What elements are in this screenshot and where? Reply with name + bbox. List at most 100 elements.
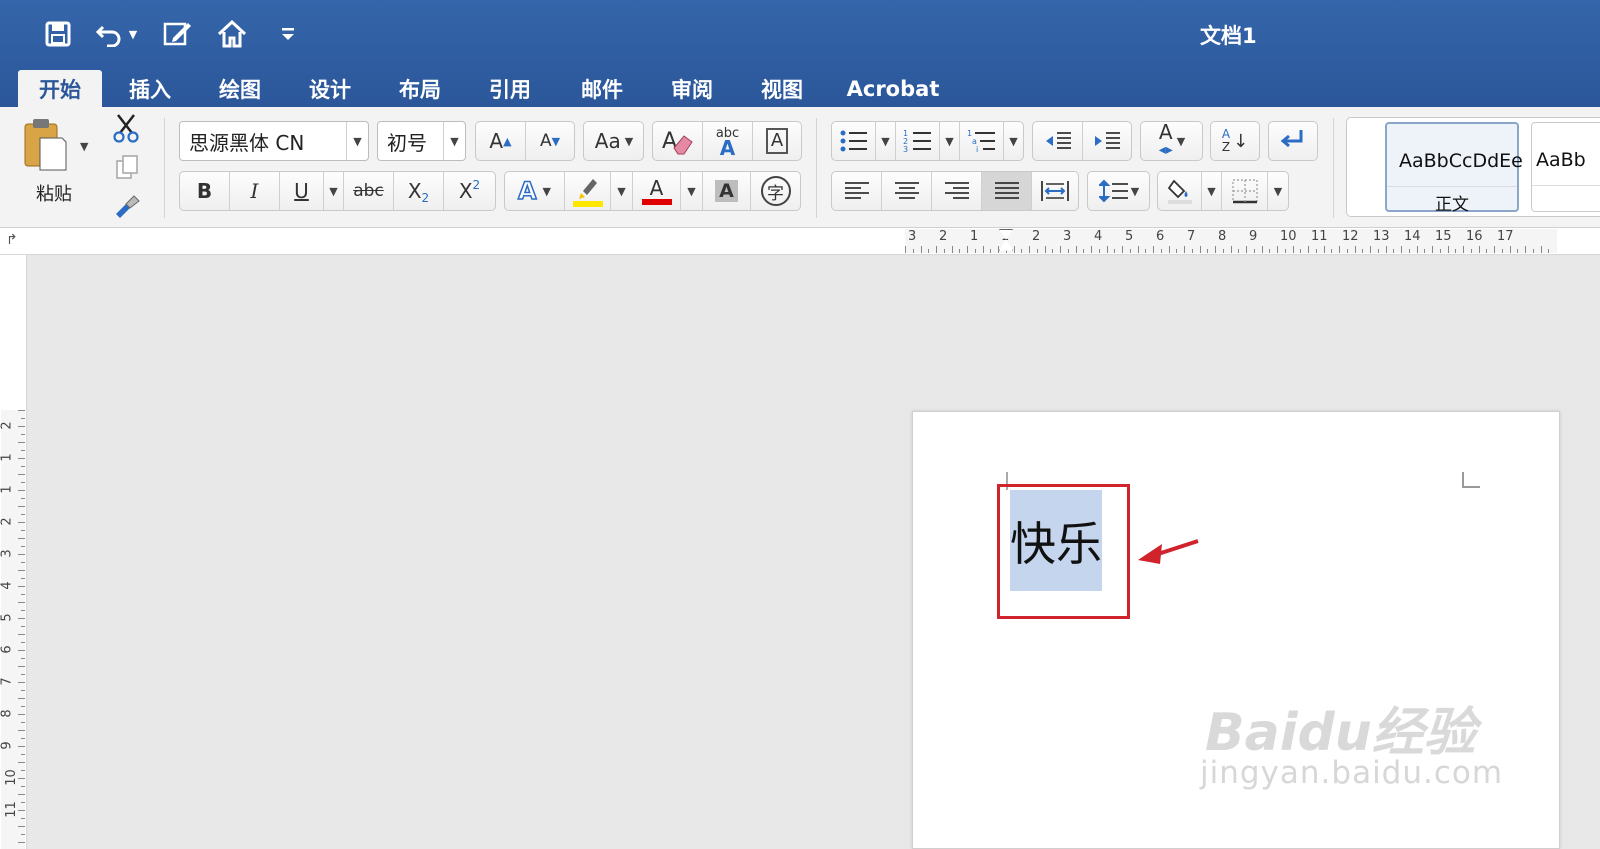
shrink-font-icon[interactable]: A ▼	[526, 122, 574, 160]
text-direction-icon[interactable]: A ◂▸ ▼	[1141, 122, 1203, 160]
subscript-button[interactable]: X2	[394, 172, 444, 210]
grow-font-icon[interactable]: A ▲	[476, 122, 526, 160]
ruler-tick	[1408, 249, 1410, 253]
ruler-tick	[1393, 249, 1395, 253]
font-size-combo[interactable]: 初号 ▼	[377, 121, 466, 161]
format-painter-icon[interactable]	[112, 192, 142, 224]
vertical-ruler[interactable]: 2 1 1 2 3 4 5 6 7 8 9 10 11	[0, 410, 25, 849]
italic-button[interactable]: I	[230, 172, 280, 210]
bold-button[interactable]: B	[180, 172, 230, 210]
undo-icon[interactable]	[92, 16, 128, 52]
strikethrough-button[interactable]: abc	[344, 172, 394, 210]
ruler-tick	[21, 482, 25, 483]
tab-layout[interactable]: 布局	[380, 70, 460, 107]
ruler-tick	[21, 706, 25, 707]
tab-references[interactable]: 引用	[470, 70, 550, 107]
tab-review[interactable]: 审阅	[652, 70, 732, 107]
multilevel-list-icon[interactable]: 1ai	[960, 122, 1004, 160]
numbering-dropdown-icon[interactable]: ▼	[940, 122, 960, 160]
tab-stop-selector-icon[interactable]: ↱	[6, 232, 18, 248]
ruler-tick	[1238, 249, 1240, 253]
increase-indent-icon[interactable]	[1083, 122, 1131, 160]
tab-mailings[interactable]: 邮件	[562, 70, 642, 107]
sort-icon[interactable]: A Z ↓	[1211, 122, 1259, 160]
tab-view[interactable]: 视图	[742, 70, 822, 107]
ruler-tick	[1354, 246, 1356, 253]
borders-dropdown-icon[interactable]: ▼	[1268, 172, 1288, 210]
change-case-icon[interactable]: Aa ▼	[584, 122, 644, 160]
svg-text:3: 3	[903, 145, 908, 154]
ruler-tick	[1540, 246, 1542, 253]
ruler-tick	[920, 246, 922, 253]
ruler-tick	[1021, 249, 1023, 253]
enclose-character-icon[interactable]: 字	[751, 172, 800, 210]
ruler-tick	[18, 634, 25, 635]
bullets-icon[interactable]	[832, 122, 876, 160]
text-effects-icon[interactable]: A ▼	[505, 172, 565, 210]
numbering-icon[interactable]: 123	[896, 122, 940, 160]
highlight-color-icon[interactable]	[565, 172, 611, 210]
ruler-number: 2	[1032, 229, 1041, 244]
font-name-combo[interactable]: 思源黑体 CN ▼	[179, 121, 369, 161]
ruler-number: 2	[939, 229, 948, 244]
decrease-indent-icon[interactable]	[1033, 122, 1083, 160]
ruler-tick	[1075, 246, 1077, 253]
tab-insert[interactable]: 插入	[110, 70, 190, 107]
clear-formatting-icon[interactable]: A	[653, 122, 703, 160]
borders-icon[interactable]	[1222, 172, 1268, 210]
ruler-number: 3	[0, 549, 15, 558]
line-spacing-icon[interactable]: ▼	[1088, 172, 1150, 210]
text-effects-abc-icon[interactable]: abc A	[703, 122, 753, 160]
style-name: 正文	[1387, 186, 1517, 215]
tab-acrobat[interactable]: Acrobat	[840, 70, 946, 107]
tab-draw[interactable]: 绘图	[200, 70, 280, 107]
highlight-dropdown-icon[interactable]: ▼	[611, 172, 633, 210]
copy-icon[interactable]	[114, 153, 140, 185]
tab-design[interactable]: 设计	[290, 70, 370, 107]
font-size-dropdown-icon[interactable]: ▼	[443, 122, 465, 160]
ruler-number: 13	[1373, 229, 1390, 244]
tab-home[interactable]: 开始	[18, 70, 102, 107]
style-next[interactable]: AaBb	[1531, 122, 1600, 212]
align-center-icon[interactable]	[882, 172, 932, 210]
character-shading-icon[interactable]: A	[703, 172, 751, 210]
ruler-tick	[1494, 246, 1495, 253]
svg-text:A: A	[662, 129, 677, 154]
align-right-icon[interactable]	[932, 172, 982, 210]
save-icon[interactable]	[40, 16, 76, 52]
paste-label[interactable]: 粘贴	[36, 180, 72, 206]
superscript-button[interactable]: X2	[444, 172, 495, 210]
ruler-tick	[1067, 249, 1069, 253]
undo-dropdown-icon[interactable]: ▼	[124, 16, 142, 52]
underline-dropdown-icon[interactable]: ▼	[324, 172, 344, 210]
align-left-icon[interactable]	[832, 172, 882, 210]
style-normal[interactable]: AaBbCcDdEe 正文	[1385, 122, 1523, 215]
ruler-tick	[1191, 249, 1193, 253]
shading-dropdown-icon[interactable]: ▼	[1202, 172, 1222, 210]
shading-icon[interactable]	[1158, 172, 1202, 210]
paste-icon[interactable]	[22, 116, 70, 172]
ruler-number: 7	[0, 677, 15, 686]
customize-toolbar-icon[interactable]	[270, 16, 306, 52]
font-name-dropdown-icon[interactable]: ▼	[346, 122, 368, 160]
justify-icon[interactable]	[982, 172, 1032, 210]
underline-button[interactable]: U	[280, 172, 324, 210]
cut-icon[interactable]	[112, 113, 140, 147]
font-color-icon[interactable]: A	[633, 172, 681, 210]
edit-document-icon[interactable]	[160, 16, 196, 52]
ruler-tick	[18, 794, 25, 795]
ruler-tick	[959, 249, 961, 253]
ruler-number: 2	[0, 517, 15, 526]
distributed-icon[interactable]	[1032, 172, 1078, 210]
ruler-tick	[18, 538, 25, 539]
home-icon[interactable]	[214, 16, 250, 52]
multilevel-dropdown-icon[interactable]: ▼	[1004, 122, 1023, 160]
bullets-dropdown-icon[interactable]: ▼	[876, 122, 896, 160]
ruler-tick	[18, 810, 25, 811]
ruler-tick	[18, 490, 25, 491]
character-border-icon[interactable]: A	[753, 122, 801, 160]
paste-dropdown-icon[interactable]: ▼	[80, 140, 88, 153]
font-color-dropdown-icon[interactable]: ▼	[681, 172, 703, 210]
show-formatting-marks-icon[interactable]	[1269, 122, 1317, 160]
horizontal-ruler[interactable]: 3211234567891011121314151617	[905, 229, 1557, 253]
